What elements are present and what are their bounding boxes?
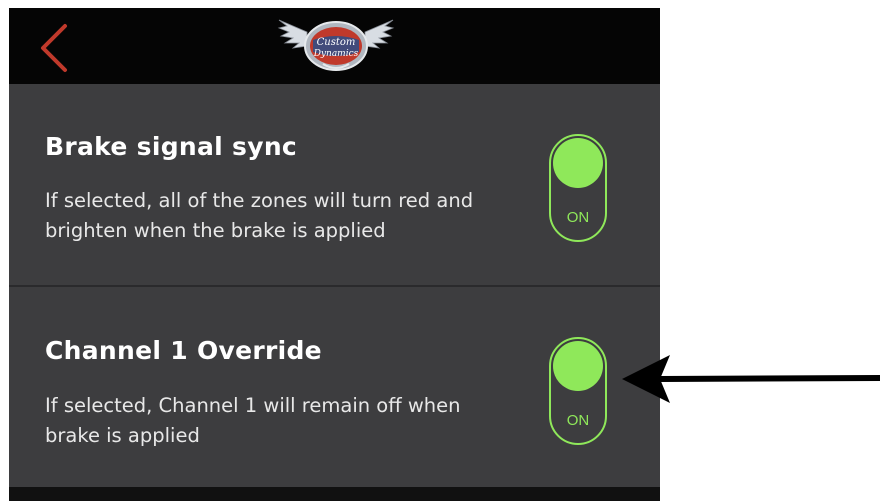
setting-description: If selected, Channel 1 will remain off w… — [45, 394, 461, 447]
logo-text-line2: Dynamics — [313, 49, 359, 59]
setting-row-channel-1-override: Channel 1 Override If selected, Channel … — [9, 287, 660, 487]
top-bar: Custom Dynamics — [9, 8, 660, 84]
setting-row-brake-signal-sync: Brake signal sync If selected, all of th… — [9, 84, 660, 285]
toggle-knob — [553, 341, 603, 391]
logo-text-line1: Custom — [317, 37, 356, 48]
setting-title: Brake signal sync — [45, 132, 298, 161]
bottom-bar — [9, 487, 660, 501]
arrow-left-icon — [622, 355, 881, 403]
back-button[interactable] — [35, 22, 73, 74]
toggle-knob — [553, 138, 603, 188]
setting-title: Channel 1 Override — [45, 336, 322, 365]
chevron-left-icon — [41, 24, 67, 72]
channel-1-override-toggle[interactable]: ON — [549, 337, 607, 445]
setting-description: If selected, all of the zones will turn … — [45, 189, 474, 242]
brake-signal-sync-toggle[interactable]: ON — [549, 134, 607, 242]
phone-screen: Custom Dynamics Brake signal sync If sel… — [9, 8, 660, 501]
toggle-label: ON — [566, 412, 590, 429]
toggle-label: ON — [566, 209, 590, 226]
brand-logo: Custom Dynamics — [277, 12, 395, 80]
